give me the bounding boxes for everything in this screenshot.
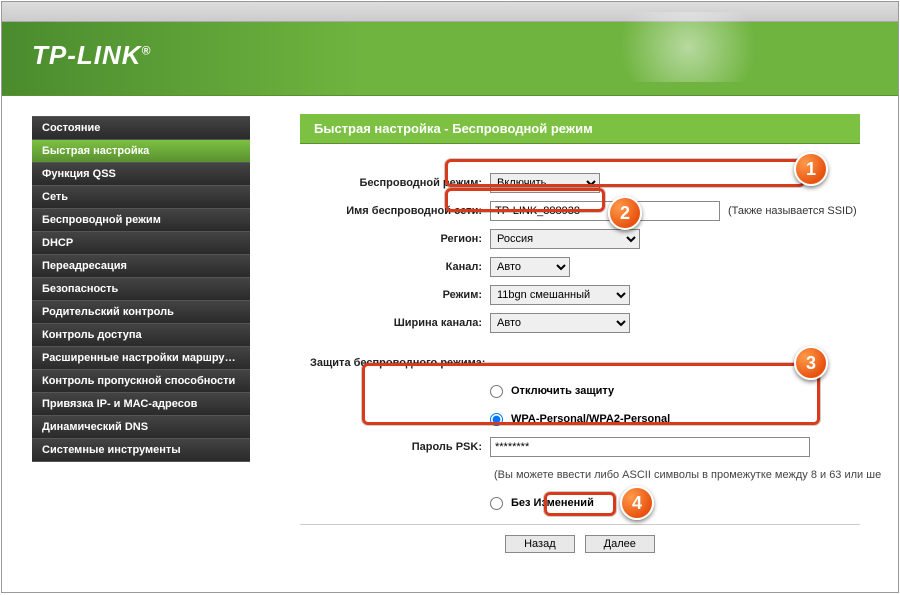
page-body: Состояние Быстрая настройка Функция QSS … xyxy=(2,96,898,592)
label-mode: Режим: xyxy=(300,289,490,301)
nav-item-system[interactable]: Системные инструменты xyxy=(32,439,250,462)
window-frame: TP-LINK® Состояние Быстрая настройка Фун… xyxy=(1,1,899,593)
row-width: Ширина канала: Авто xyxy=(300,312,898,334)
label-region: Регион: xyxy=(300,233,490,245)
wireless-form: Беспроводной режим: Включить Имя беспров… xyxy=(300,172,898,553)
nav-item-dhcp[interactable]: DHCP xyxy=(32,232,250,255)
select-width[interactable]: Авто xyxy=(490,313,630,333)
row-psk: Пароль PSK: xyxy=(300,436,898,458)
nav-item-quick-setup[interactable]: Быстрая настройка xyxy=(32,140,250,163)
hint-psk: (Вы можете ввести либо ASCII символы в п… xyxy=(494,469,881,481)
label-ssid: Имя беспроводной сети: xyxy=(300,205,490,217)
nav-item-security[interactable]: Безопасность xyxy=(32,278,250,301)
row-sec-wpa: WPA-Personal/WPA2-Personal xyxy=(300,408,898,430)
sidebar: Состояние Быстрая настройка Функция QSS … xyxy=(2,96,250,592)
radio-wpa-personal[interactable] xyxy=(490,413,503,426)
next-button[interactable]: Далее xyxy=(585,535,655,553)
row-security-label: Защита беспроводного режима: xyxy=(300,352,898,374)
nav-item-ddns[interactable]: Динамический DNS xyxy=(32,416,250,439)
select-wireless-mode[interactable]: Включить xyxy=(490,173,600,193)
row-channel: Канал: Авто xyxy=(300,256,898,278)
input-ssid[interactable] xyxy=(490,201,720,221)
page-header: TP-LINK® xyxy=(2,22,898,96)
label-channel: Канал: xyxy=(300,261,490,273)
label-wireless-mode: Беспроводной режим: xyxy=(300,177,490,189)
content-area: Быстрая настройка - Беспроводной режим Б… xyxy=(250,96,898,592)
select-region[interactable]: Россия xyxy=(490,229,640,249)
nav-item-forwarding[interactable]: Переадресация xyxy=(32,255,250,278)
button-bar: Назад Далее xyxy=(300,535,860,553)
select-channel[interactable]: Авто xyxy=(490,257,570,277)
nav-item-qss[interactable]: Функция QSS xyxy=(32,163,250,186)
nav-item-routing[interactable]: Расширенные настройки маршрутизации xyxy=(32,347,250,370)
panel-title: Быстрая настройка - Беспроводной режим xyxy=(300,114,860,144)
nav-menu: Состояние Быстрая настройка Функция QSS … xyxy=(32,116,250,462)
nav-item-status[interactable]: Состояние xyxy=(32,116,250,140)
nav-item-parental[interactable]: Родительский контроль xyxy=(32,301,250,324)
header-glow xyxy=(598,12,778,82)
radio-disable-security[interactable] xyxy=(490,385,503,398)
row-psk-hint: (Вы можете ввести либо ASCII символы в п… xyxy=(300,464,898,486)
row-sec-disable: Отключить защиту xyxy=(300,380,898,402)
brand-reg-icon: ® xyxy=(142,43,152,57)
row-region: Регион: Россия xyxy=(300,228,898,250)
row-ssid: Имя беспроводной сети: (Также называется… xyxy=(300,200,898,222)
label-security: Защита беспроводного режима: xyxy=(300,357,493,369)
brand-logo: TP-LINK® xyxy=(32,40,151,71)
radio-label-disable: Отключить защиту xyxy=(511,385,614,397)
back-button[interactable]: Назад xyxy=(505,535,575,553)
radio-label-nochange: Без Изменений xyxy=(511,497,594,509)
row-sec-nochange: Без Изменений xyxy=(300,492,898,514)
hint-ssid: (Также называется SSID) xyxy=(728,205,857,217)
nav-item-bandwidth[interactable]: Контроль пропускной способности xyxy=(32,370,250,393)
input-psk-password[interactable] xyxy=(490,437,810,457)
label-width: Ширина канала: xyxy=(300,317,490,329)
row-wireless-mode: Беспроводной режим: Включить xyxy=(300,172,898,194)
nav-item-wireless[interactable]: Беспроводной режим xyxy=(32,209,250,232)
nav-item-network[interactable]: Сеть xyxy=(32,186,250,209)
radio-label-wpa: WPA-Personal/WPA2-Personal xyxy=(511,413,670,425)
select-mode[interactable]: 11bgn смешанный xyxy=(490,285,630,305)
radio-no-change[interactable] xyxy=(490,497,503,510)
label-psk: Пароль PSK: xyxy=(300,441,490,453)
brand-text: TP-LINK xyxy=(32,40,142,70)
nav-item-ip-mac[interactable]: Привязка IP- и МАС-адресов xyxy=(32,393,250,416)
nav-item-access-control[interactable]: Контроль доступа xyxy=(32,324,250,347)
row-mode: Режим: 11bgn смешанный xyxy=(300,284,898,306)
divider xyxy=(300,524,860,525)
